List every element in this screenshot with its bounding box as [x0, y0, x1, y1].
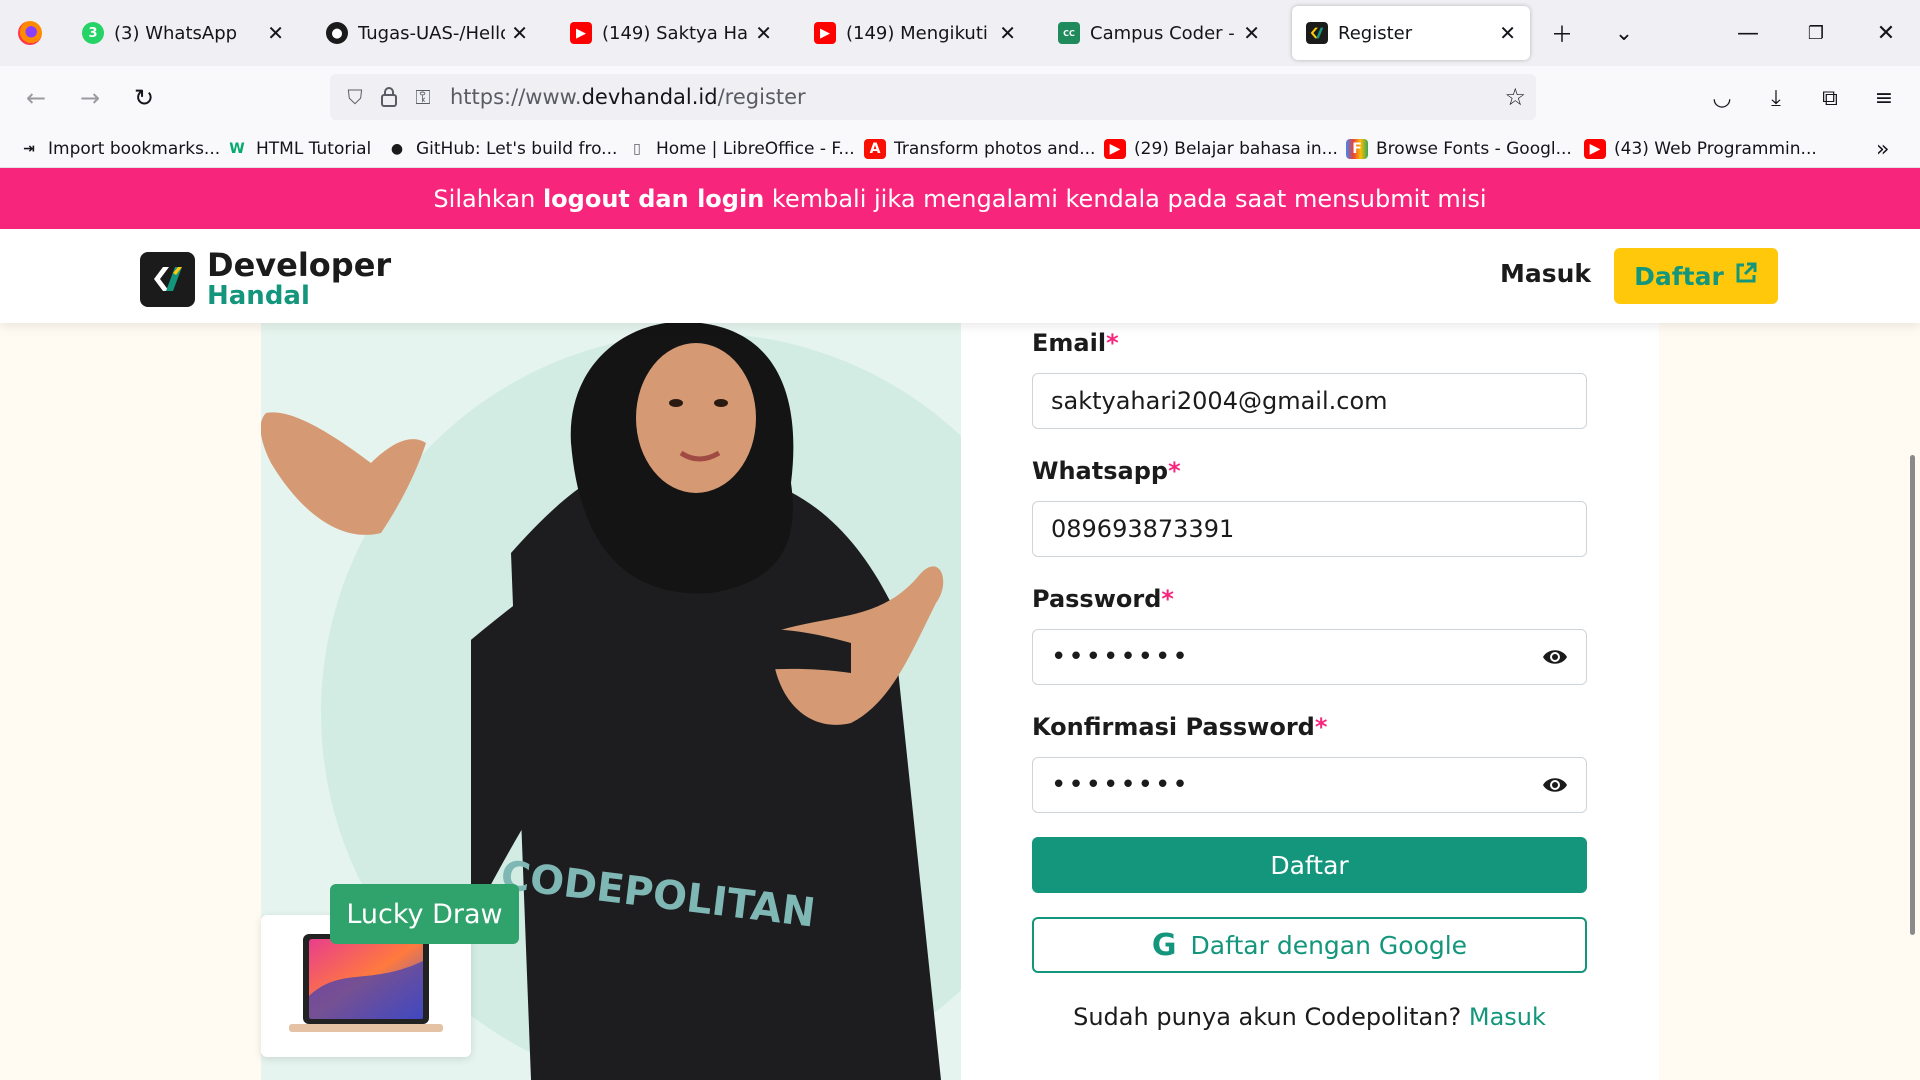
w3schools-icon: W	[229, 141, 245, 157]
email-label: Email*	[1032, 329, 1119, 357]
brand-name-line2: Handal	[207, 281, 310, 311]
downloads-icon[interactable]: ⤓	[1758, 80, 1794, 116]
youtube-icon: ▶	[570, 22, 592, 44]
have-account-text: Sudah punya akun Codepolitan? Masuk	[1073, 1003, 1546, 1031]
close-tab-icon[interactable]: ✕	[511, 21, 528, 45]
campus-coder-icon: CC	[1058, 22, 1080, 44]
github-icon: ●	[326, 22, 348, 44]
bookmark-google-fonts[interactable]: F Browse Fonts - Googl...	[1346, 136, 1572, 162]
bookmark-github[interactable]: ● GitHub: Let's build fro...	[386, 136, 618, 162]
tab-bar: 3 (3) WhatsApp ✕ ● Tugas-UAS-/Hello In ✕…	[0, 0, 1920, 66]
bookmark-adobe[interactable]: A Transform photos and...	[864, 136, 1095, 162]
lock-icon[interactable]	[372, 87, 406, 107]
bookmark-youtube-2[interactable]: ▶ (43) Web Programmin...	[1584, 136, 1817, 162]
tab-github[interactable]: ● Tugas-UAS-/Hello In ✕	[312, 6, 542, 60]
confirm-password-field[interactable]: ••••••••	[1032, 757, 1587, 813]
close-tab-icon[interactable]: ✕	[1243, 21, 1260, 45]
list-all-tabs-icon[interactable]: ⌄	[1596, 0, 1652, 66]
forward-arrow-icon[interactable]: →	[72, 80, 108, 116]
site-header: Developer Handal Masuk Daftar	[0, 229, 1920, 323]
whatsapp-icon: 3	[82, 22, 104, 44]
whatsapp-label: Whatsapp*	[1032, 457, 1181, 485]
login-link-bottom[interactable]: Masuk	[1469, 1003, 1546, 1031]
google-fonts-icon: F	[1346, 139, 1368, 159]
show-password-eye-icon[interactable]	[1542, 646, 1568, 668]
laptop-image	[289, 934, 443, 1032]
extensions-icon[interactable]: ⧉	[1812, 80, 1848, 116]
page-icon: ▯	[633, 141, 641, 157]
firefox-menu-icon[interactable]	[0, 0, 60, 66]
brand-logo[interactable]: Developer Handal	[140, 249, 391, 309]
youtube-icon: ▶	[1104, 139, 1126, 159]
tab-campus-coder[interactable]: CC Campus Coder - Bea ✕	[1044, 6, 1274, 60]
shield-icon[interactable]: ⛉	[338, 85, 372, 109]
raised-hand	[261, 412, 426, 535]
github-icon: ●	[390, 141, 404, 157]
close-tab-icon[interactable]: ✕	[755, 21, 772, 45]
import-icon: ⇥	[23, 141, 35, 157]
devhandal-icon	[1306, 22, 1328, 44]
tab-register[interactable]: Register ✕	[1292, 6, 1530, 60]
password-field[interactable]: ••••••••	[1032, 629, 1587, 685]
bookmark-html-tutorial[interactable]: W HTML Tutorial	[226, 136, 371, 162]
login-link[interactable]: Masuk	[1500, 259, 1591, 288]
close-tab-icon[interactable]: ✕	[267, 21, 284, 45]
navigation-toolbar: ← → ↻ ⛉ ⚿ https://www.devhandal.id/regis…	[0, 66, 1920, 128]
lucky-draw-badge: Lucky Draw	[330, 884, 519, 944]
tab-whatsapp[interactable]: 3 (3) WhatsApp ✕	[68, 6, 298, 60]
key-icon[interactable]: ⚿	[406, 85, 440, 109]
close-window-button[interactable]: ✕	[1858, 0, 1914, 66]
google-icon: G	[1151, 927, 1177, 963]
page-scrollbar[interactable]	[1910, 455, 1915, 935]
bookmarks-toolbar: ⇥ Import bookmarks... W HTML Tutorial ● Git…	[0, 128, 1920, 168]
email-field[interactable]: saktyahari2004@gmail.com	[1032, 373, 1587, 429]
google-register-button[interactable]: G Daftar dengan Google	[1032, 917, 1587, 973]
password-label: Password*	[1032, 585, 1174, 613]
reload-icon[interactable]: ↻	[126, 80, 162, 116]
devhandal-logo-icon	[140, 251, 195, 307]
app-menu-icon[interactable]: ≡	[1866, 80, 1902, 116]
brand-name-line1: Developer	[207, 246, 392, 284]
adobe-icon: A	[864, 139, 886, 159]
more-bookmarks-chevron-icon[interactable]: »	[1876, 136, 1889, 162]
tab-youtube-2[interactable]: ▶ (149) Mengikuti Wor ✕	[800, 6, 1030, 60]
show-confirm-password-eye-icon[interactable]	[1542, 774, 1568, 796]
close-tab-icon[interactable]: ✕	[1499, 21, 1516, 45]
confirm-password-label: Konfirmasi Password*	[1032, 713, 1328, 741]
bookmark-libreoffice[interactable]: ▯ Home | LibreOffice - F...	[626, 136, 854, 162]
youtube-icon: ▶	[814, 22, 836, 44]
restore-button[interactable]: ❐	[1788, 0, 1844, 66]
model-photo: CODEPOLITAN	[471, 323, 944, 1080]
external-link-icon	[1734, 261, 1758, 291]
back-arrow-icon[interactable]: ←	[18, 80, 54, 116]
youtube-icon: ▶	[1584, 139, 1606, 159]
address-bar[interactable]: ⛉ ⚿ https://www.devhandal.id/register ☆	[330, 74, 1536, 120]
minimize-button[interactable]: —	[1720, 0, 1776, 66]
tab-youtube-1[interactable]: ▶ (149) Saktya Hari - Y ✕	[556, 6, 786, 60]
bookmark-import[interactable]: ⇥ Import bookmarks...	[18, 136, 220, 162]
whatsapp-field[interactable]: 089693873391	[1032, 501, 1587, 557]
bookmark-youtube-1[interactable]: ▶ (29) Belajar bahasa in...	[1104, 136, 1338, 162]
pocket-icon[interactable]: ◡	[1704, 80, 1740, 116]
bookmark-star-icon[interactable]: ☆	[1504, 83, 1526, 111]
url-text[interactable]: https://www.devhandal.id/register	[450, 85, 806, 109]
submit-register-button[interactable]: Daftar	[1032, 837, 1587, 893]
close-tab-icon[interactable]: ✕	[999, 21, 1016, 45]
info-banner: Silahkan logout dan login kembali jika m…	[0, 168, 1920, 229]
register-button[interactable]: Daftar	[1614, 248, 1778, 304]
new-tab-button[interactable]: ＋	[1534, 0, 1590, 66]
